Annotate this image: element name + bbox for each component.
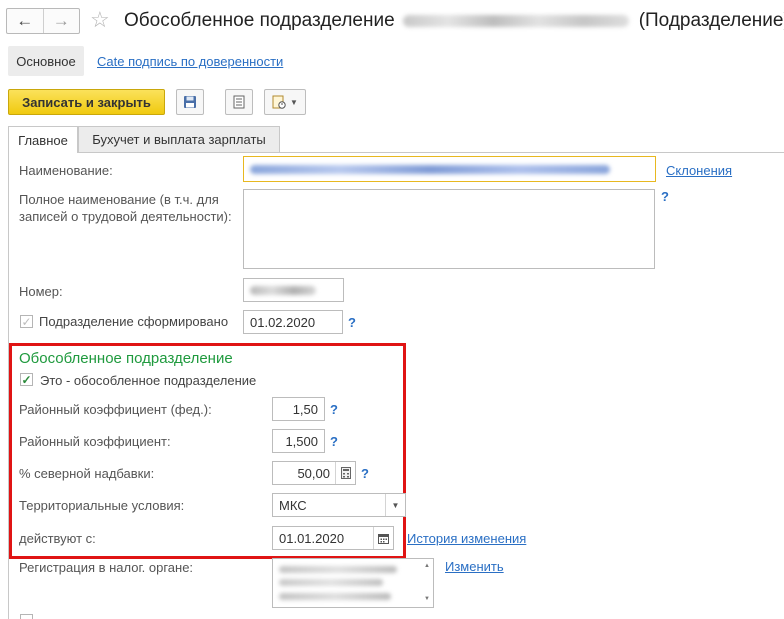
regional-coef-input[interactable]: 1,500 — [272, 429, 325, 453]
north-bonus-input[interactable]: 50,00 — [272, 461, 356, 485]
regional-coef-label: Районный коэффициент: — [19, 434, 171, 449]
section-main-button[interactable]: Основное — [8, 46, 84, 76]
full-name-label: Полное наименование (в т.ч. для записей … — [19, 191, 232, 225]
formed-date-input[interactable]: 01.02.2020 — [243, 310, 343, 334]
report-icon — [272, 95, 286, 109]
document-list-button[interactable] — [225, 89, 253, 115]
section-signature-link[interactable]: Cate подпись по доверенности — [97, 54, 283, 69]
redacted-number — [250, 285, 316, 295]
formed-label: Подразделение сформировано — [39, 314, 229, 329]
window-title: Обособленное подразделение (Подразделени… — [124, 9, 784, 33]
full-name-label-line1: Полное наименование (в т.ч. для — [19, 192, 219, 207]
effective-date-value: 01.01.2020 — [279, 530, 345, 546]
name-input[interactable] — [243, 156, 656, 182]
redacted-value — [250, 164, 610, 174]
change-link[interactable]: Изменить — [445, 559, 504, 574]
print-menu-button[interactable]: ▼ — [264, 89, 306, 115]
full-name-textarea[interactable] — [243, 189, 655, 269]
floppy-disk-icon — [184, 96, 196, 108]
separate-unit-section-title: Обособленное подразделение — [19, 350, 233, 367]
tax-registration-label: Регистрация в налог. органе: — [19, 560, 194, 575]
tab-main[interactable]: Главное — [8, 126, 78, 153]
calculator-button[interactable] — [335, 462, 355, 484]
redacted-line — [279, 566, 397, 574]
north-bonus-label: % северной надбавки: — [19, 466, 155, 481]
territorial-select[interactable]: МКС ▼ — [272, 493, 406, 517]
chevron-down-icon: ▼ — [290, 97, 298, 107]
document-list-icon — [233, 95, 245, 109]
redacted-line — [279, 592, 391, 600]
navigation-buttons: ← → — [6, 8, 80, 34]
calendar-icon — [378, 533, 389, 544]
tab-accounting-payroll[interactable]: Бухучет и выплата зарплаты — [78, 126, 280, 152]
is-separate-label: Это - обособленное подразделение — [40, 373, 257, 388]
regional-coef-fed-label: Районный коэффициент (фед.): — [19, 402, 212, 417]
save-button[interactable] — [176, 89, 204, 115]
redacted-line — [279, 579, 383, 587]
full-name-help-icon[interactable]: ? — [661, 189, 669, 204]
history-link[interactable]: История изменения — [407, 531, 526, 546]
declensions-link[interactable]: Склонения — [666, 163, 732, 178]
redacted-name — [402, 15, 629, 27]
formed-checkbox[interactable]: ✓ — [20, 315, 33, 328]
regional-coef-fed-input[interactable]: 1,50 — [272, 397, 325, 421]
north-bonus-value: 50,00 — [297, 465, 330, 481]
is-separate-checkbox[interactable]: ✓ — [20, 373, 33, 386]
favorite-star-icon[interactable]: ☆ — [90, 7, 110, 33]
calculator-icon — [340, 467, 351, 479]
territorial-label: Территориальные условия: — [19, 498, 185, 513]
effective-label: действуют с: — [19, 531, 96, 546]
window-title-suffix: (Подразделение) — [638, 10, 784, 31]
tax-registration-list[interactable] — [272, 558, 434, 608]
arrow-right-icon: → — [52, 11, 70, 30]
chevron-down-icon[interactable]: ▼ — [385, 494, 405, 516]
scroll-up-icon[interactable]: ▲ — [424, 563, 430, 569]
formed-help-icon[interactable]: ? — [348, 315, 356, 330]
number-label: Номер: — [19, 284, 63, 299]
north-bonus-help-icon[interactable]: ? — [361, 466, 369, 481]
forward-button[interactable]: → — [42, 9, 80, 33]
number-input[interactable] — [243, 278, 344, 302]
save-and-close-button[interactable]: Записать и закрыть — [8, 89, 165, 115]
regional-coef-fed-help-icon[interactable]: ? — [330, 402, 338, 417]
calendar-button[interactable] — [373, 527, 393, 549]
territorial-value: МКС — [279, 497, 307, 513]
back-button[interactable]: ← — [7, 9, 43, 33]
arrow-left-icon: ← — [16, 11, 34, 30]
partial-checkbox[interactable] — [20, 614, 33, 619]
window-title-prefix: Обособленное подразделение — [124, 10, 395, 31]
effective-date-input[interactable]: 01.01.2020 — [272, 526, 394, 550]
name-label: Наименование: — [19, 163, 113, 178]
regional-coef-help-icon[interactable]: ? — [330, 434, 338, 449]
full-name-label-line2: записей о трудовой деятельности): — [19, 209, 232, 224]
scroll-down-icon[interactable]: ▼ — [424, 596, 430, 602]
